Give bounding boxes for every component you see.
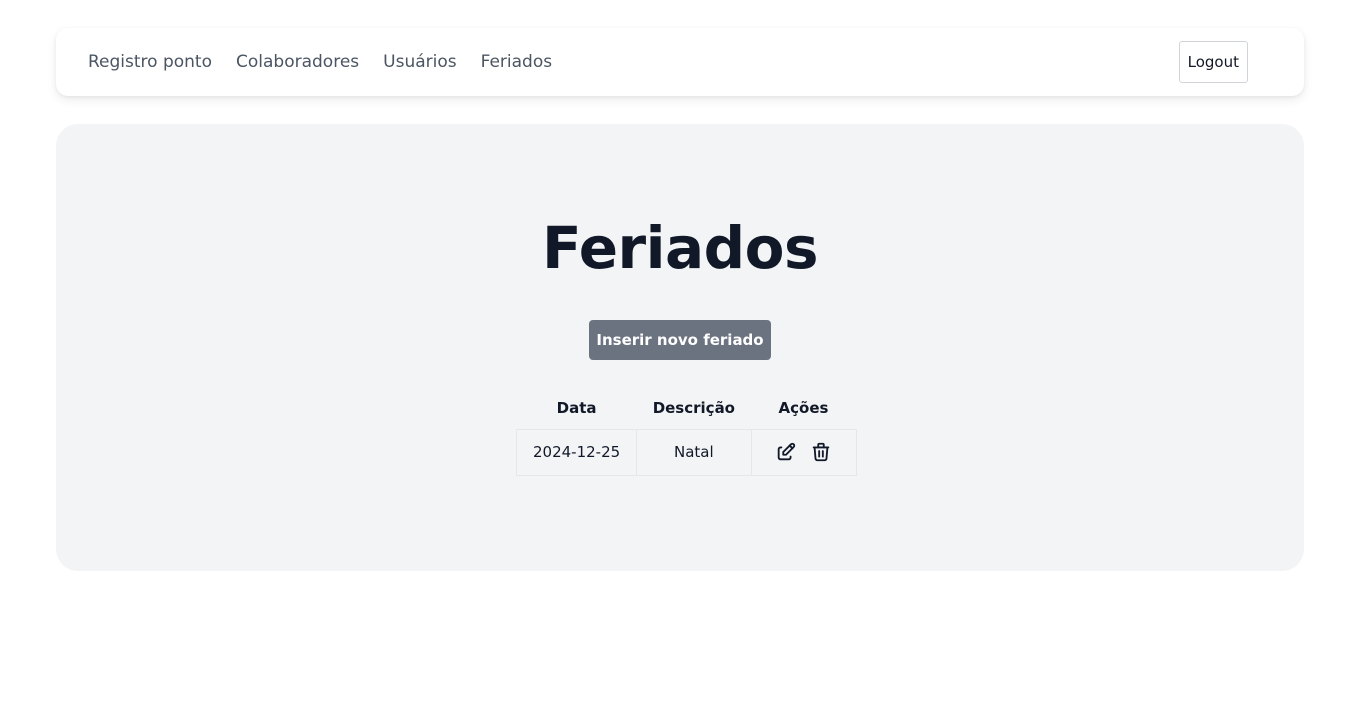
trash-icon[interactable] bbox=[810, 441, 832, 463]
cell-descricao: Natal bbox=[636, 428, 752, 476]
insert-holiday-button[interactable]: Inserir novo feriado bbox=[589, 320, 771, 360]
nav-link-usuarios[interactable]: Usuários bbox=[383, 52, 456, 72]
nav-link-registro-ponto[interactable]: Registro ponto bbox=[88, 52, 212, 72]
cell-data: 2024-12-25 bbox=[515, 428, 638, 476]
cell-actions bbox=[750, 428, 857, 476]
content-card: Feriados Inserir novo feriado Data Descr… bbox=[56, 124, 1304, 571]
table-header-row: Data Descrição Ações bbox=[517, 387, 857, 429]
nav-link-feriados[interactable]: Feriados bbox=[481, 52, 553, 72]
top-navbar: Registro ponto Colaboradores Usuários Fe… bbox=[56, 28, 1304, 96]
header-descricao: Descrição bbox=[652, 398, 735, 417]
nav-link-colaboradores[interactable]: Colaboradores bbox=[236, 52, 359, 72]
edit-icon[interactable] bbox=[775, 441, 797, 463]
holidays-table: Data Descrição Ações 2024-12-25 Natal bbox=[515, 387, 857, 476]
nav-links: Registro ponto Colaboradores Usuários Fe… bbox=[88, 28, 576, 96]
page-title: Feriados bbox=[541, 214, 819, 282]
table-row: 2024-12-25 Natal bbox=[515, 428, 857, 476]
header-acoes: Ações bbox=[778, 398, 829, 417]
header-data: Data bbox=[556, 398, 597, 417]
logout-button[interactable]: Logout bbox=[1178, 41, 1248, 83]
